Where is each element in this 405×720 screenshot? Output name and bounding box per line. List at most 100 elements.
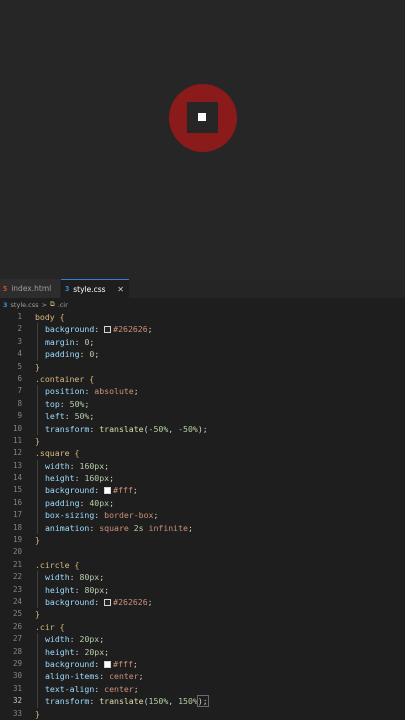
code-text: height: 20px; (45, 646, 109, 658)
code-text: } (35, 361, 40, 373)
code-token: : (74, 336, 85, 347)
line-number: 2 (17, 324, 22, 334)
indent-guide (37, 496, 38, 510)
indent-guide (37, 571, 38, 584)
code-line[interactable]: 10 transform: translate(-50%, -50%); (0, 422, 405, 435)
code-line[interactable]: 23 height: 80px; (0, 583, 405, 596)
code-token: : (69, 460, 80, 471)
code-text: } (35, 708, 40, 720)
code-line[interactable]: 7 position: absolute; (0, 385, 405, 398)
code-token: top (45, 398, 60, 409)
code-line[interactable]: 16 padding: 40px; (0, 496, 405, 510)
code-line[interactable]: 14 height: 160px; (0, 472, 405, 485)
line-number: 19 (12, 535, 22, 545)
code-text: .cir { (35, 621, 65, 633)
code-token: height (45, 473, 75, 484)
code-line[interactable]: 30 align-items: center; (0, 670, 405, 683)
code-text: } (35, 534, 40, 546)
code-line[interactable]: 5} (0, 361, 405, 373)
tab-style-css[interactable]: 3 style.css ✕ (61, 279, 129, 298)
code-token: width (45, 572, 70, 583)
indent-guide (37, 695, 38, 708)
line-number: 13 (12, 460, 22, 470)
code-token: padding (45, 349, 80, 360)
code-token: 50% (69, 398, 85, 409)
code-token: : (79, 497, 90, 508)
line-number: 29 (12, 658, 22, 668)
code-token: ; (147, 324, 153, 335)
code-line[interactable]: 24 background: #262626; (0, 595, 405, 609)
line-number: 31 (12, 683, 22, 693)
code-line[interactable]: 22 width: 80px; (0, 571, 405, 584)
code-line[interactable]: 12 .square { (0, 447, 405, 459)
code-line[interactable]: 26 .cir { (0, 621, 405, 633)
code-line[interactable]: 31 text-align: center; (0, 682, 405, 696)
code-token: ); (197, 423, 208, 434)
code-line[interactable]: 18 animation: square 2s infinite; (0, 521, 405, 535)
code-token: ; (94, 349, 100, 360)
code-token: 150% (178, 696, 198, 707)
breadcrumb-file[interactable]: style.css (11, 301, 39, 309)
css-file-icon: 3 (3, 300, 8, 309)
code-line[interactable]: 20 (0, 546, 405, 558)
indent-guide (37, 422, 38, 435)
color-swatch[interactable] (104, 660, 112, 668)
code-token: 80px (84, 584, 105, 595)
code-line[interactable]: 17 box-sizing: border-box; (0, 509, 405, 522)
code-token: 20px (84, 646, 105, 657)
line-number: 26 (12, 621, 22, 631)
code-line[interactable]: 1 body { (0, 311, 405, 323)
indent-guide (37, 521, 38, 535)
code-line[interactable]: 6 .container { (0, 373, 405, 385)
code-lines[interactable]: 1 body {2 background: #262626; 3 margin: 0; 4… (0, 311, 405, 720)
line-number: 5 (17, 361, 22, 371)
code-line[interactable]: 27 width: 20px; (0, 633, 405, 646)
code-line[interactable]: 9 left: 50%; (0, 410, 405, 423)
code-line[interactable]: 8 top: 50%; (0, 397, 405, 411)
code-line[interactable]: 33} (0, 708, 405, 720)
code-text: padding: 40px; (45, 497, 114, 509)
code-token: 50% (74, 411, 90, 422)
code-line[interactable]: 3 margin: 0; (0, 335, 405, 349)
code-line[interactable]: 11} (0, 435, 405, 447)
code-text: width: 80px; (45, 571, 104, 583)
code-text: align-items: center; (45, 670, 144, 682)
code-token: 40px (89, 497, 110, 508)
indent-guide (37, 484, 38, 497)
color-swatch[interactable] (104, 326, 112, 334)
code-line[interactable]: 25} (0, 608, 405, 620)
line-number: 9 (17, 411, 22, 421)
close-icon[interactable]: ✕ (117, 285, 124, 294)
code-token: box-sizing (45, 510, 95, 521)
code-line[interactable]: 28 height: 20px; (0, 645, 405, 658)
code-text: left: 50%; (45, 410, 94, 422)
indent-guide (37, 509, 38, 522)
code-line[interactable]: 15 background: #fff; (0, 484, 405, 497)
code-line[interactable]: 29 background: #fff; (0, 657, 405, 671)
code-token: : (94, 683, 105, 694)
breadcrumb-symbol[interactable]: .cir (58, 301, 68, 309)
code-token: height (45, 646, 75, 657)
color-swatch[interactable] (104, 487, 112, 495)
tab-index-html[interactable]: 5 index.html (0, 279, 60, 298)
indent-guide (37, 670, 38, 683)
code-token: } (35, 609, 40, 620)
code-text: position: absolute; (45, 385, 139, 397)
code-line[interactable]: 21 .circle { (0, 559, 405, 571)
code-token: { (74, 448, 80, 459)
indent-guide (37, 385, 38, 398)
code-line[interactable]: 2 background: #262626; (0, 323, 405, 336)
color-swatch[interactable] (104, 598, 112, 606)
code-token: ; (104, 460, 110, 471)
code-token: align-items (45, 671, 100, 682)
code-token: .cir (35, 621, 60, 632)
code-text: background: #262626; (45, 596, 153, 608)
code-line[interactable]: 4 padding: 0; (0, 348, 405, 361)
code-line[interactable]: 19} (0, 534, 405, 546)
indent-guide (37, 323, 38, 336)
tab-label: index.html (11, 284, 52, 293)
code-token: , (168, 423, 179, 434)
code-line[interactable]: 32 transform: translate(150%, 150%); (0, 695, 405, 708)
code-line[interactable]: 13 width: 160px; (0, 459, 405, 473)
code-token: margin (45, 336, 75, 347)
